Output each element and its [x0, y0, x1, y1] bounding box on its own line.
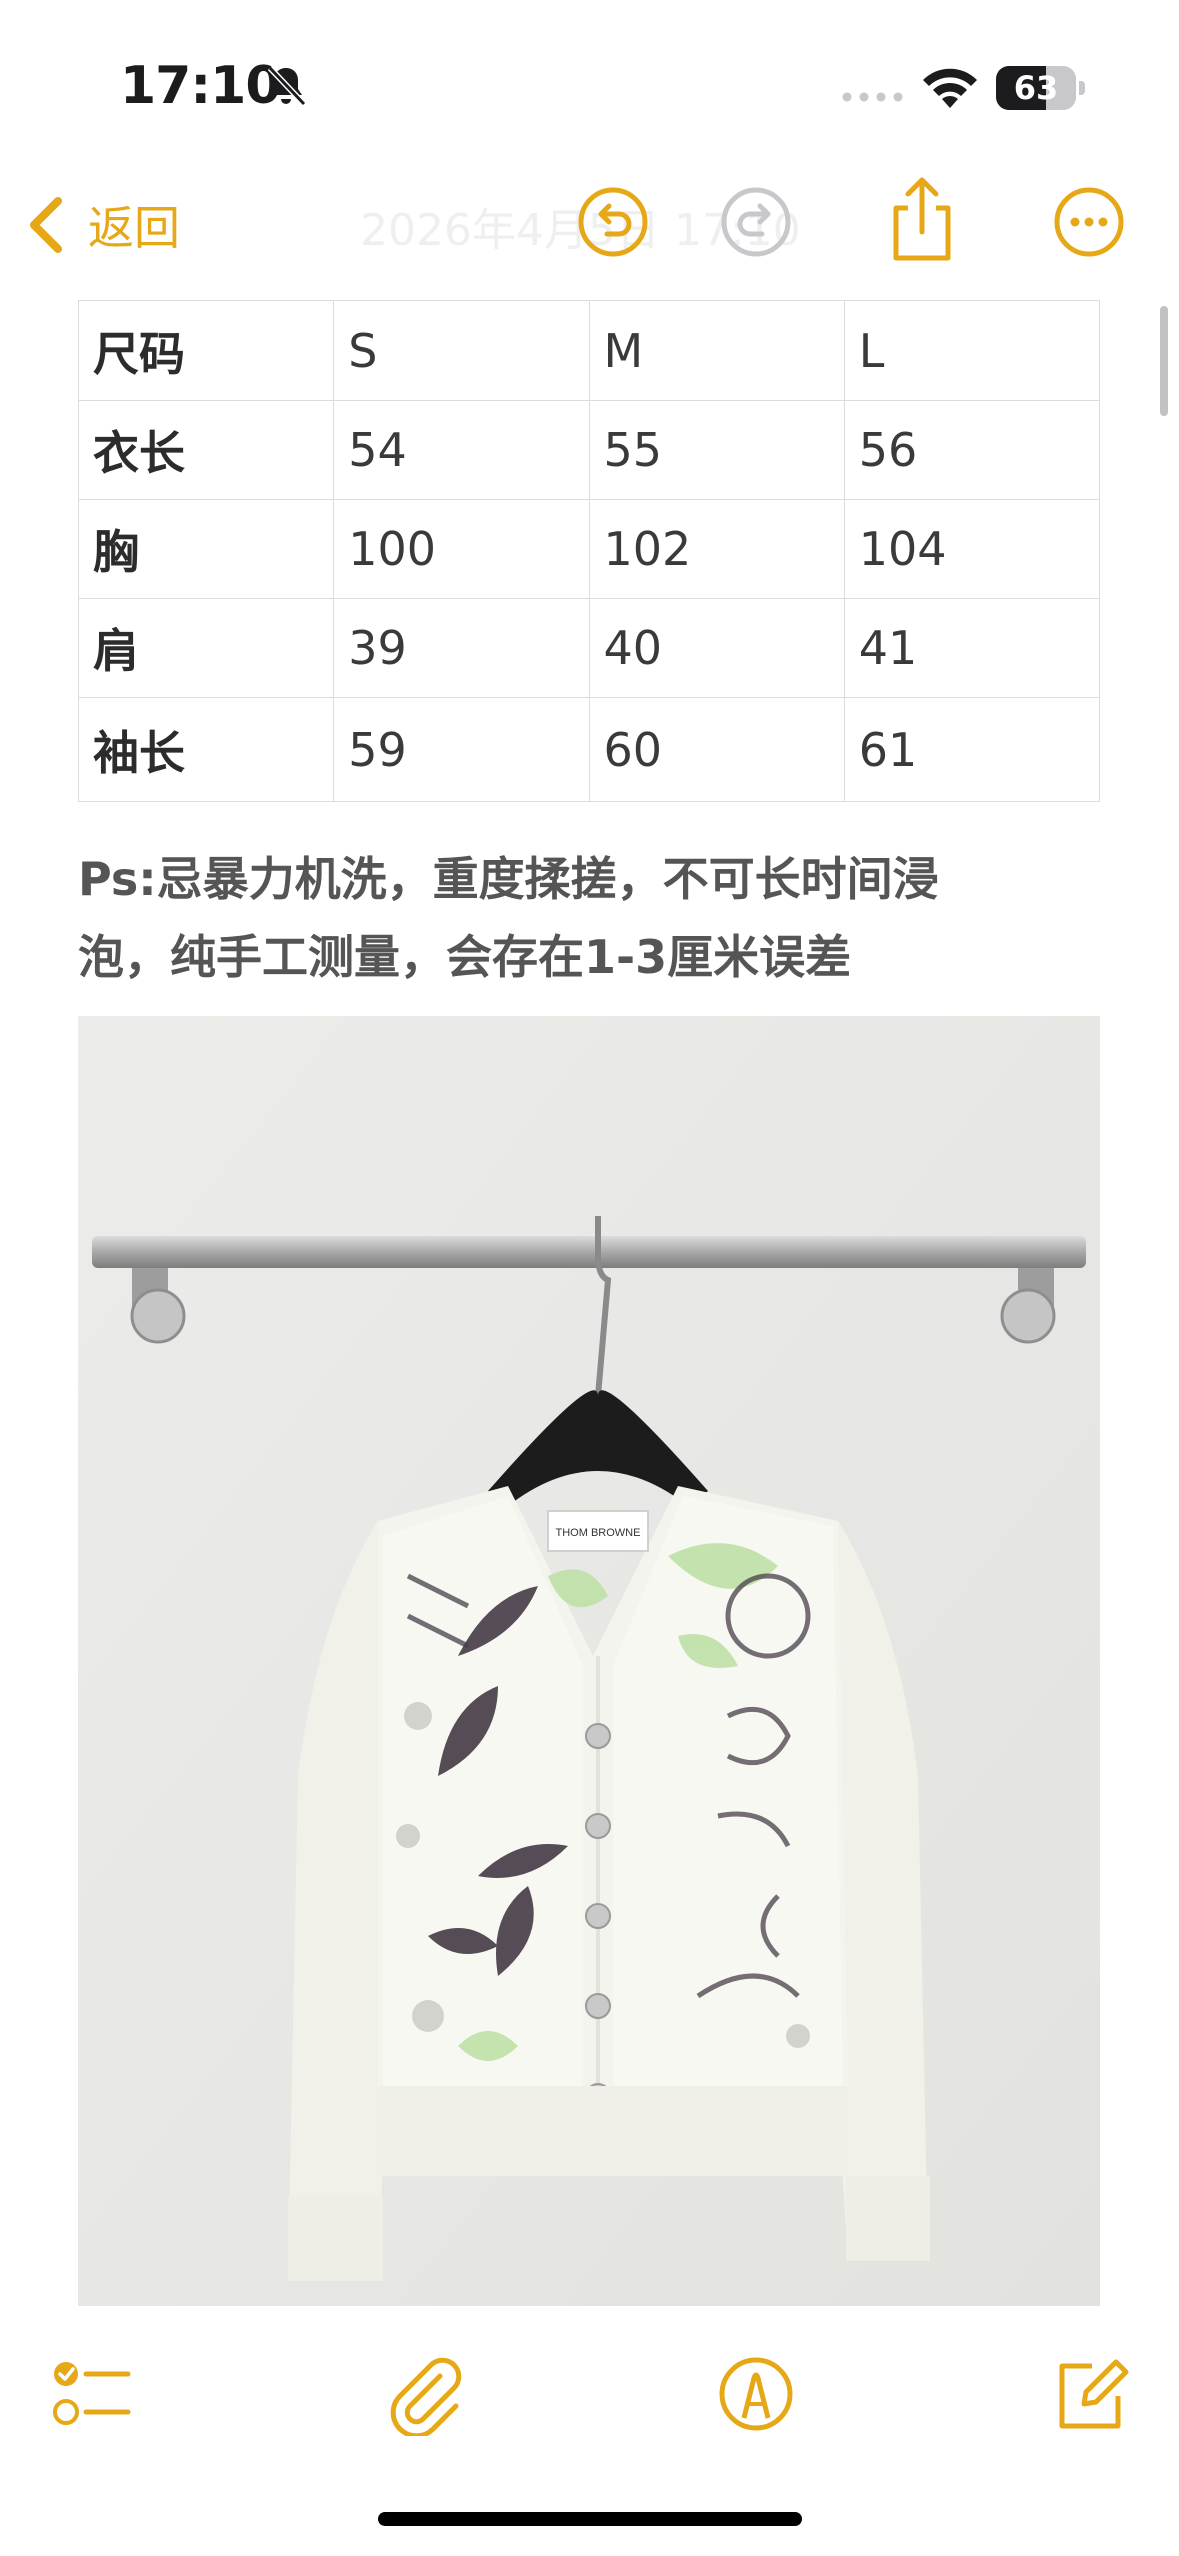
wifi-icon: [923, 68, 977, 108]
table-cell[interactable]: 41: [843, 598, 1101, 698]
table-cell[interactable]: 56: [843, 400, 1101, 500]
bottom-toolbar: [0, 2306, 1179, 2556]
bell-slash-icon: [267, 65, 307, 107]
table-cell[interactable]: S: [333, 300, 590, 401]
table-cell[interactable]: 40: [588, 598, 845, 698]
table-header-row: 尺码 S M L: [77, 300, 1101, 401]
share-icon[interactable]: [882, 174, 962, 264]
table-cell[interactable]: L: [843, 300, 1101, 401]
note-line: 泡，纯手工测量，会存在1-3厘米误差: [78, 930, 852, 984]
table-cell[interactable]: 54: [333, 400, 590, 500]
undo-icon[interactable]: [573, 182, 653, 262]
back-button[interactable]: 返回: [24, 190, 180, 260]
notes-screen: 17:10 63 返回 2026年4月5日 17:10 尺码 S M L 衣长 …: [0, 0, 1179, 2556]
table-row: 肩 39 40 41: [77, 598, 1101, 698]
nav-bar: 返回 2026年4月5日 17:10: [0, 150, 1179, 290]
table-cell[interactable]: 39: [333, 598, 590, 698]
table-cell[interactable]: 59: [333, 697, 590, 802]
table-cell[interactable]: 肩: [77, 598, 335, 698]
chevron-left-icon: [30, 197, 62, 253]
table-cell[interactable]: 55: [588, 400, 845, 500]
table-cell[interactable]: 60: [588, 697, 845, 802]
table-cell[interactable]: 胸: [77, 499, 335, 599]
table-cell[interactable]: 袖长: [77, 697, 335, 802]
scrollbar[interactable]: [1160, 306, 1168, 416]
home-indicator[interactable]: [378, 2512, 802, 2526]
cardigan-photo[interactable]: THOM BROWNE: [78, 1016, 1100, 2306]
compose-icon[interactable]: [1048, 2352, 1132, 2436]
more-icon[interactable]: [1049, 182, 1129, 262]
signal-dots-icon: [842, 92, 903, 102]
table-cell[interactable]: 102: [588, 499, 845, 599]
size-table: 尺码 S M L 衣长 54 55 56 胸 100 102 104 肩 39 …: [77, 300, 1101, 802]
status-time: 17:10: [120, 56, 282, 116]
note-line: Ps:忌暴力机洗，重度揉搓，不可长时间浸: [78, 852, 939, 906]
status-bar: 17:10 63: [0, 0, 1179, 150]
cardigan-photo-illustration: THOM BROWNE: [78, 1016, 1100, 2306]
checklist-icon[interactable]: [50, 2352, 134, 2436]
back-label: 返回: [88, 201, 180, 255]
table-cell[interactable]: 尺码: [77, 300, 335, 401]
table-row: 衣长 54 55 56: [77, 400, 1101, 500]
battery-icon: 63: [996, 66, 1086, 110]
table-cell[interactable]: 100: [333, 499, 590, 599]
clothing-tag-text: THOM BROWNE: [556, 1527, 641, 1539]
redo-icon[interactable]: [716, 182, 796, 262]
table-cell[interactable]: M: [588, 300, 845, 401]
note-body-text[interactable]: Ps:忌暴力机洗，重度揉搓，不可长时间浸 泡，纯手工测量，会存在1-3厘米误差: [78, 840, 1100, 996]
table-cell[interactable]: 104: [843, 499, 1101, 599]
table-row: 袖长 59 60 61: [77, 697, 1101, 802]
paperclip-icon[interactable]: [384, 2352, 468, 2436]
table-cell[interactable]: 衣长: [77, 400, 335, 500]
table-cell[interactable]: 61: [843, 697, 1101, 802]
markup-icon[interactable]: [714, 2352, 798, 2436]
table-row: 胸 100 102 104: [77, 499, 1101, 599]
battery-level: 63: [1013, 69, 1059, 107]
